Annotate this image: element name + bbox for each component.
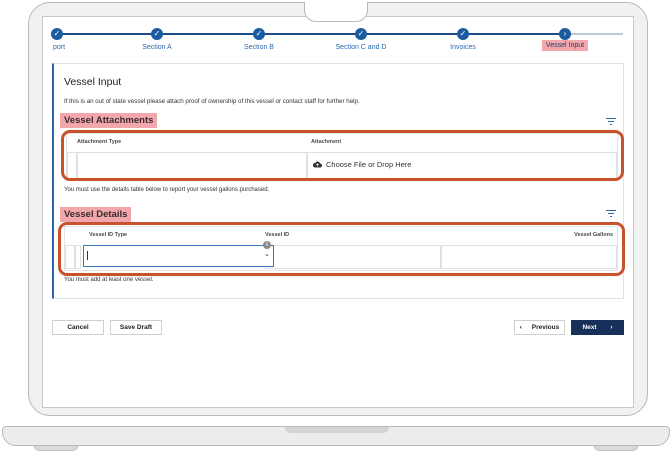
step-3-check-icon[interactable]: ✓ [253, 28, 265, 40]
step-6-current-icon[interactable]: › [559, 28, 571, 40]
details-annotation-frame [58, 222, 625, 276]
next-label: Next [582, 324, 597, 331]
details-filter-icon[interactable] [606, 210, 616, 218]
laptop-foot-left [34, 446, 78, 451]
laptop-mockup: ✓ port ✓ Section A ✓ Section B ✓ Section… [0, 0, 672, 454]
step-4-check-icon[interactable]: ✓ [355, 28, 367, 40]
previous-button[interactable]: ‹ Previous [514, 320, 565, 335]
previous-label: Previous [531, 324, 560, 331]
laptop-base [2, 426, 670, 446]
page-description: If this is an out of state vessel please… [64, 98, 360, 105]
step-6-label[interactable]: Vessel Input [541, 40, 589, 51]
stepper-line-remaining [567, 33, 623, 35]
step-5-check-icon[interactable]: ✓ [457, 28, 469, 40]
step-5-label[interactable]: Invoices [450, 44, 476, 51]
camera-notch [304, 2, 368, 22]
attachments-annotation-frame [61, 130, 624, 181]
step-1-label[interactable]: port [53, 44, 65, 51]
attachments-heading: Vessel Attachments [60, 113, 158, 128]
laptop-base-notch [285, 427, 389, 433]
step-3-label[interactable]: Section B [244, 44, 274, 51]
chevron-left-icon: ‹ [519, 324, 522, 331]
details-heading: Vessel Details [60, 207, 132, 222]
attachments-filter-icon[interactable] [606, 118, 616, 126]
screen: ✓ port ✓ Section A ✓ Section B ✓ Section… [42, 16, 634, 408]
cancel-button[interactable]: Cancel [52, 320, 104, 335]
save-draft-button[interactable]: Save Draft [110, 320, 162, 335]
vessel-input-panel: Vessel Input If this is an out of state … [52, 63, 625, 299]
page-title: Vessel Input [64, 76, 122, 88]
details-note: You must add at least one vessel. [64, 277, 154, 283]
next-button[interactable]: Next › [571, 320, 624, 335]
step-1-check-icon[interactable]: ✓ [51, 28, 63, 40]
step-2-label[interactable]: Section A [142, 44, 172, 51]
step-2-check-icon[interactable]: ✓ [151, 28, 163, 40]
progress-stepper: ✓ port ✓ Section A ✓ Section B ✓ Section… [43, 17, 633, 61]
stepper-line-complete [57, 33, 567, 35]
chevron-right-icon: › [610, 324, 613, 331]
step-4-label[interactable]: Section C and D [336, 44, 387, 51]
laptop-foot-right [594, 446, 638, 451]
attachments-note: You must use the details table below to … [64, 187, 270, 193]
